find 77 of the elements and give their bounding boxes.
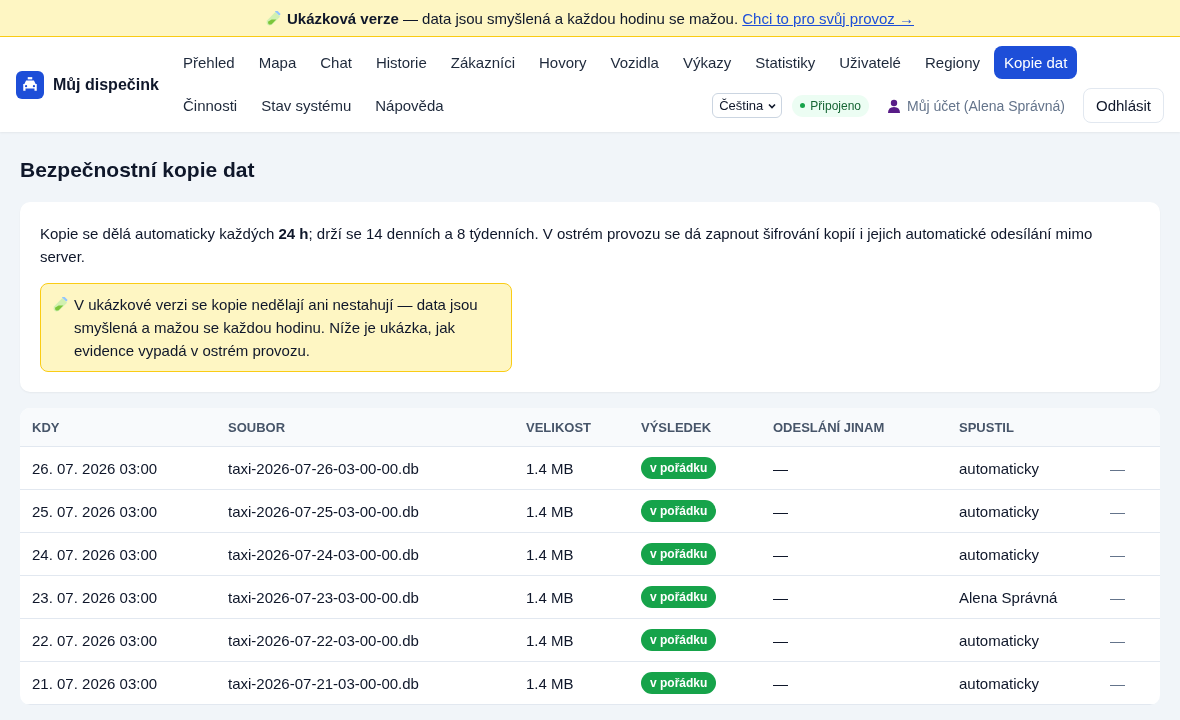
page-title: Bezpečnostní kopie dat	[20, 158, 256, 182]
table-cell-text: automaticky	[958, 674, 1041, 692]
table-cell-text: —	[1109, 502, 1126, 520]
test-tube-icon	[266, 10, 281, 26]
table-cell-text: taxi-2026-07-26-03-00-00.db	[227, 459, 420, 477]
column-header: ODESLÁNÍ JINAM	[772, 419, 886, 435]
column-header: SPUSTIL	[958, 419, 1015, 435]
table-cell-text: 1.4 MB	[525, 459, 575, 477]
nav-tab[interactable]: Výkazy	[672, 46, 742, 79]
status-badge: v pořádku	[641, 586, 717, 608]
table-cell-text: —	[1109, 588, 1126, 606]
status-badge: v pořádku	[641, 457, 717, 479]
nav-tab[interactable]: Kopie dat	[994, 46, 1078, 79]
column-header: VELIKOST	[525, 419, 592, 435]
table-cell-text: taxi-2026-07-23-03-00-00.db	[227, 588, 420, 606]
status-badge: v pořádku	[641, 543, 717, 565]
nav-tab[interactable]: Chat	[310, 46, 362, 79]
table-cell-text: 25. 07. 2026 03:00	[31, 502, 159, 520]
column-header: VÝSLEDEK	[640, 419, 713, 435]
table-cell-text: 1.4 MB	[525, 631, 575, 649]
nav-tab[interactable]: Vozidla	[600, 46, 669, 79]
table-cell-text: 1.4 MB	[525, 674, 575, 692]
table-cell-text: automaticky	[958, 545, 1041, 563]
notice-text: V ukázkové verzi se kopie nedělají ani nestahují — data jsou smyšlená a mažou se každou hodinu. Níže je ukázka, jak evidence vypadá v ostrém provozu.	[74, 295, 479, 361]
nav-tab[interactable]: Činnosti	[173, 89, 248, 122]
table-cell-text: —	[1109, 545, 1126, 563]
taxi-logo-icon	[16, 70, 44, 99]
nav-tab[interactable]: Přehled	[173, 46, 245, 79]
column-header: SOUBOR	[227, 419, 287, 435]
status-badge: v pořádku	[641, 629, 717, 651]
user-icon	[887, 98, 901, 113]
table-cell-text: 22. 07. 2026 03:00	[31, 631, 159, 649]
nav-tab[interactable]: Uživatelé	[829, 46, 911, 79]
language-select[interactable]: Čeština	[712, 93, 783, 118]
table-cell-text: taxi-2026-07-22-03-00-00.db	[227, 631, 420, 649]
nav-tab[interactable]: Zákazníci	[440, 46, 525, 79]
account-link[interactable]: Můj účet (Alena Správná)	[887, 97, 1065, 114]
table-cell-text: —	[1109, 459, 1126, 477]
table-cell-text: 21. 07. 2026 03:00	[31, 674, 159, 692]
table-cell-text: automaticky	[958, 459, 1041, 477]
table-cell-text: automaticky	[958, 502, 1041, 520]
nav-tab[interactable]: Stav systému	[251, 89, 362, 122]
table-cell-text: 26. 07. 2026 03:00	[31, 459, 159, 477]
table-cell-text: 1.4 MB	[525, 588, 575, 606]
column-header: KDY	[31, 419, 61, 435]
brand-name: Můj dispečink	[53, 75, 159, 94]
banner-link[interactable]: Chci to pro svůj provoz →	[742, 9, 914, 27]
table-cell-text: —	[772, 502, 789, 520]
table-cell-text: 23. 07. 2026 03:00	[31, 588, 159, 606]
nav-tab[interactable]: Mapa	[248, 46, 307, 79]
table-cell-text: —	[772, 631, 789, 649]
table-cell-text: automaticky	[958, 631, 1041, 649]
table-cell-text: —	[772, 459, 789, 477]
nav-tab[interactable]: Historie	[365, 46, 437, 79]
status-badge: v pořádku	[641, 672, 717, 694]
table-cell-text: —	[1109, 631, 1126, 649]
table-cell-text: —	[772, 588, 789, 606]
table-cell-text: 1.4 MB	[525, 502, 575, 520]
table-cell-text: taxi-2026-07-21-03-00-00.db	[227, 674, 420, 692]
table-cell-text: —	[772, 545, 789, 563]
nav-tab[interactable]: Statistiky	[745, 46, 826, 79]
info-text: Kopie se dělá automaticky každých 24 h; drží se 14 denních a 8 týdenních. V ostrém provozu se dá zapnout šifrování kopií i jejich automatické odesílání mimo server.	[40, 224, 1094, 267]
table-cell-text: taxi-2026-07-24-03-00-00.db	[227, 545, 420, 563]
logout-button[interactable]: Odhlásit	[1082, 88, 1164, 123]
table-cell-text: 24. 07. 2026 03:00	[31, 545, 159, 563]
banner-text: Ukázková verze — data jsou smyšlená a každou hodinu se mažou. Chci to pro svůj provoz →	[287, 9, 914, 27]
test-tube-icon	[53, 297, 68, 312]
status-badge: v pořádku	[641, 500, 717, 522]
connection-status: Připojeno	[792, 94, 869, 117]
table-cell-text: 1.4 MB	[525, 545, 575, 563]
nav-tab[interactable]: Regiony	[914, 46, 990, 79]
table-cell-text: —	[772, 674, 789, 692]
table-cell-text: Alena Správná	[958, 588, 1059, 606]
table-cell-text: taxi-2026-07-25-03-00-00.db	[227, 502, 420, 520]
nav-tab[interactable]: Nápověda	[365, 89, 454, 122]
table-cell-text: —	[1109, 674, 1126, 692]
nav-tab[interactable]: Hovory	[529, 46, 597, 79]
